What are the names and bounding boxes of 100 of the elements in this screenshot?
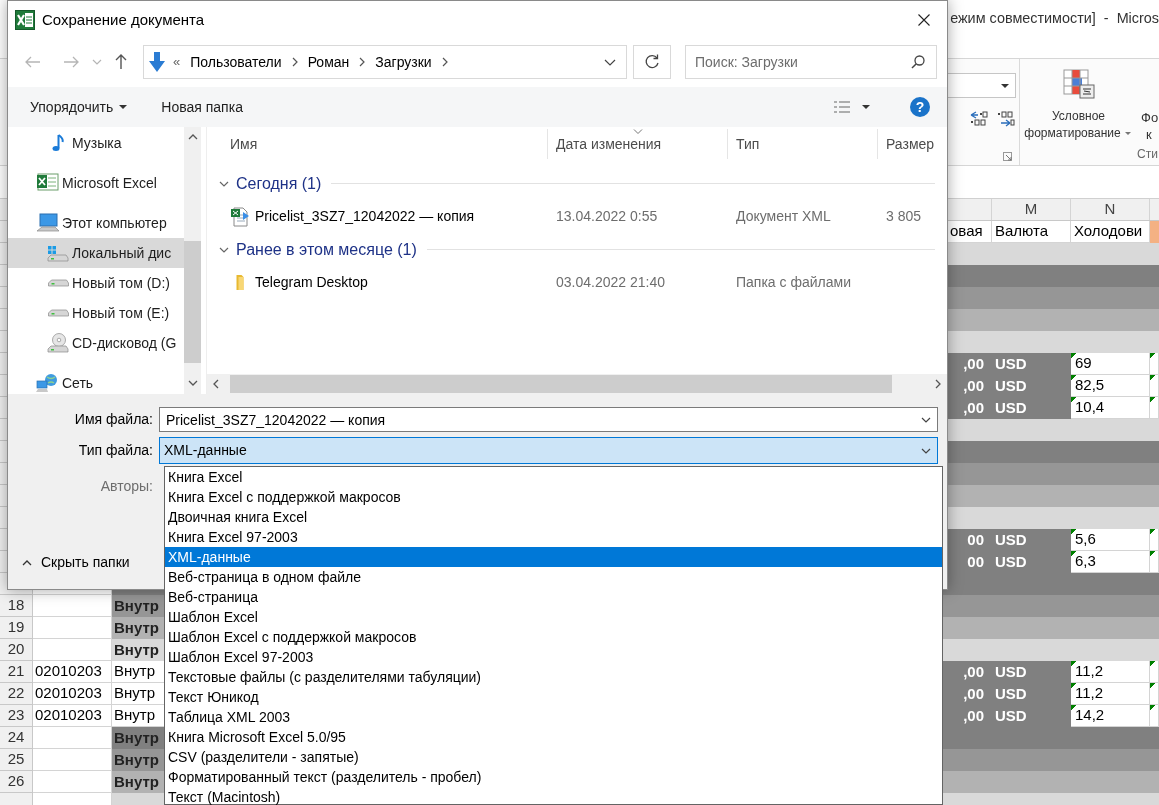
table-cell: USD bbox=[992, 353, 1071, 375]
filename-field[interactable]: Pricelist_3SZ7_12042022 — копия bbox=[159, 407, 938, 432]
dropdown-option[interactable]: Двоичная книга Excel bbox=[165, 507, 942, 527]
breadcrumb-item[interactable]: Загрузки bbox=[375, 51, 432, 73]
window-title: Сохранение документа bbox=[42, 9, 205, 30]
xml-file-icon bbox=[230, 206, 250, 227]
file-row[interactable]: Telegram Desktop 03.04.2022 21:40 Папка с файлами bbox=[207, 266, 947, 299]
nav-item[interactable]: Microsoft Excel bbox=[8, 168, 184, 198]
nav-item[interactable]: Локальный дис bbox=[8, 238, 184, 268]
table-cell: 02010203 bbox=[33, 705, 112, 727]
refresh-icon bbox=[644, 54, 660, 70]
nav-item[interactable]: Сеть bbox=[8, 368, 184, 394]
group-header[interactable]: Ранее в этом месяце (1) bbox=[236, 237, 417, 262]
increase-decimal-icon[interactable] bbox=[970, 111, 988, 127]
search-field[interactable]: Поиск: Загрузки bbox=[685, 45, 937, 79]
breadcrumb-item[interactable]: Пользователи bbox=[190, 51, 282, 73]
decrease-decimal-icon[interactable] bbox=[997, 111, 1015, 127]
up-arrow-icon bbox=[115, 54, 127, 70]
nav-item[interactable]: Этот компьютер bbox=[8, 208, 184, 238]
table-cell bbox=[1150, 375, 1159, 397]
close-icon bbox=[918, 14, 930, 26]
chevron-down-icon bbox=[92, 59, 102, 65]
nav-item[interactable]: CD-дисковод (G bbox=[8, 328, 184, 358]
column-header[interactable]: Имя bbox=[207, 129, 548, 159]
dropdown-caret-icon bbox=[1001, 83, 1009, 88]
field-label: Тип файла: bbox=[78, 441, 153, 460]
scrollbar[interactable] bbox=[184, 127, 201, 394]
column-header[interactable]: Дата изменения bbox=[548, 129, 728, 159]
music-note-icon bbox=[52, 134, 64, 152]
overflow-chevrons[interactable]: « bbox=[173, 52, 181, 72]
chevron-left-icon bbox=[213, 379, 219, 389]
cd-drive-icon bbox=[46, 332, 70, 354]
table-cell: 69 bbox=[1071, 353, 1150, 375]
window-title: ежим совместимости] - Micros bbox=[950, 9, 1159, 28]
breadcrumb-item[interactable]: Роман bbox=[307, 51, 350, 73]
spreadsheet-icon bbox=[36, 172, 60, 194]
chevron-right-icon[interactable] bbox=[359, 57, 366, 67]
conditional-formatting-button[interactable]: Условное форматирование bbox=[1020, 69, 1137, 151]
refresh-button[interactable] bbox=[633, 45, 671, 79]
row-number: 25 bbox=[0, 749, 33, 771]
organize-button[interactable]: Упорядочить bbox=[22, 93, 136, 121]
font-size-combo-box[interactable] bbox=[948, 73, 1016, 98]
chevron-down-icon bbox=[187, 380, 198, 386]
new-folder-button[interactable]: Новая папка bbox=[153, 93, 251, 121]
folder-icon bbox=[236, 275, 244, 290]
dialog-launcher-icon[interactable] bbox=[1003, 152, 1012, 161]
table-cell: 10,4 bbox=[1071, 397, 1150, 419]
chevron-right-icon bbox=[935, 379, 941, 389]
drive-icon bbox=[47, 309, 69, 317]
dropdown-option[interactable]: Книга Excel bbox=[165, 467, 942, 487]
network-icon bbox=[36, 372, 60, 394]
back-arrow-icon bbox=[25, 56, 41, 68]
chevron-down-icon[interactable] bbox=[921, 417, 931, 423]
column-header[interactable]: Размер bbox=[878, 129, 947, 159]
dropdown-option[interactable]: Книга Excel с поддержкой макросов bbox=[165, 487, 942, 507]
table-cell: Холодови bbox=[1071, 221, 1150, 243]
row-number: 24 bbox=[0, 727, 33, 749]
dropdown-caret-icon bbox=[862, 105, 870, 109]
table-cell: 02010203 bbox=[33, 683, 112, 705]
dropdown-caret-icon bbox=[1124, 131, 1133, 136]
help-button[interactable]: ? bbox=[910, 97, 930, 117]
format-as-table-button[interactable]: Фо к bbox=[1137, 109, 1156, 143]
table-cell bbox=[1150, 353, 1159, 375]
field-label: Имя файла: bbox=[74, 410, 153, 429]
address-bar[interactable]: « Пользователи Роман Загрузки bbox=[143, 45, 627, 79]
forward-arrow-icon bbox=[63, 56, 79, 68]
row-number: 22 bbox=[0, 683, 33, 705]
nav-item[interactable]: Новый том (D:) bbox=[8, 268, 184, 298]
nav-item[interactable]: Музыка bbox=[8, 128, 184, 158]
table-cell: 5,6 bbox=[1071, 529, 1150, 551]
table-cell: 82,5 bbox=[1071, 375, 1150, 397]
row-number: 26 bbox=[0, 771, 33, 793]
chevron-up-icon bbox=[22, 559, 32, 566]
scrollbar-thumb[interactable] bbox=[230, 375, 892, 393]
sort-chevron-icon bbox=[633, 129, 643, 134]
scrollbar[interactable] bbox=[207, 374, 947, 394]
table-cell: 6,3 bbox=[1071, 551, 1150, 573]
column-header[interactable]: M bbox=[992, 199, 1071, 220]
column-header[interactable]: Тип bbox=[728, 129, 878, 159]
field-label: Авторы: bbox=[100, 477, 153, 496]
chevron-down-icon[interactable] bbox=[604, 58, 616, 66]
chevron-right-icon[interactable] bbox=[441, 57, 448, 67]
row-number: 18 bbox=[0, 595, 33, 617]
nav-item[interactable]: Новый том (E:) bbox=[8, 298, 184, 328]
dropdown-option[interactable]: XML-данные bbox=[165, 547, 942, 567]
group-header[interactable]: Сегодня (1) bbox=[236, 171, 322, 196]
table-cell bbox=[1150, 661, 1159, 683]
scrollbar-thumb[interactable] bbox=[184, 241, 201, 363]
drive-icon bbox=[47, 279, 69, 287]
table-cell: 11,2 bbox=[1071, 661, 1150, 683]
chevron-right-icon[interactable] bbox=[291, 57, 298, 67]
details-view-icon bbox=[834, 101, 850, 113]
hide-folders-button[interactable]: Скрыть папки bbox=[20, 552, 132, 573]
column-header[interactable]: N bbox=[1071, 199, 1150, 220]
table-cell bbox=[1150, 551, 1159, 573]
table-cell: USD bbox=[992, 397, 1071, 419]
table-cell bbox=[1150, 397, 1159, 419]
table-cell: 11,2 bbox=[1071, 683, 1150, 705]
file-type-dropdown[interactable]: XML-данные bbox=[159, 437, 938, 464]
row-number: 23 bbox=[0, 705, 33, 727]
